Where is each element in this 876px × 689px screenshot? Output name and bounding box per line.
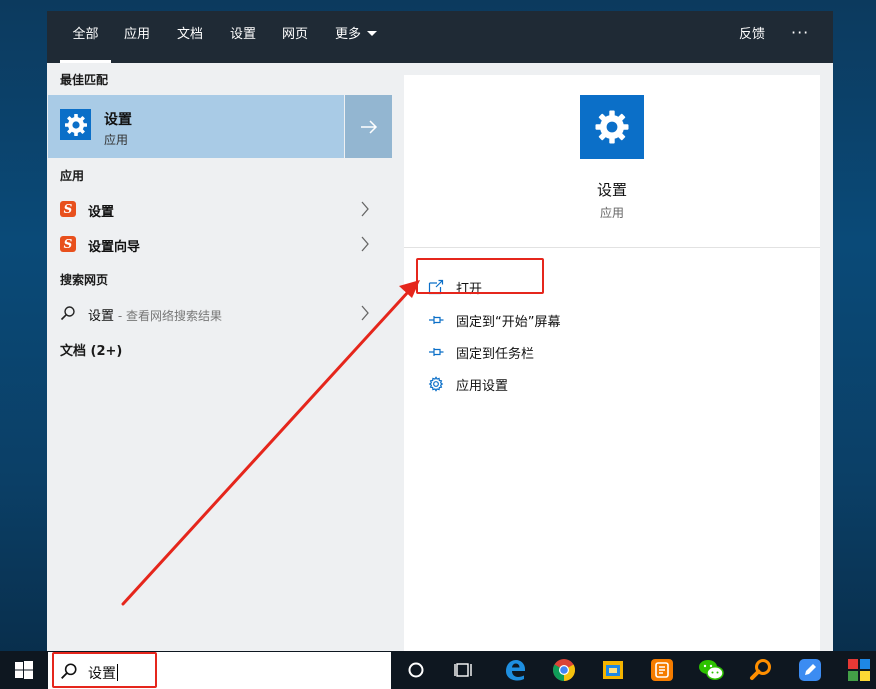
search-box-highlight xyxy=(52,652,157,688)
web-search-heading: 搜索网页 xyxy=(60,273,109,287)
tab-apps[interactable]: 应用 xyxy=(119,11,155,63)
sogou-app-icon: S xyxy=(60,201,76,217)
open-action-highlight xyxy=(416,258,544,294)
best-match-name: 设置 xyxy=(104,112,132,128)
chevron-right-icon xyxy=(361,305,369,321)
divider xyxy=(404,247,820,248)
sogou-app-icon: S xyxy=(60,236,76,252)
windows-logo-icon xyxy=(15,661,33,679)
tab-apps-label: 应用 xyxy=(123,27,150,42)
pin-to-start-label: 固定到“开始”屏幕 xyxy=(456,315,561,330)
colorful-app-icon[interactable] xyxy=(845,656,873,684)
pin-to-taskbar-label: 固定到任务栏 xyxy=(456,347,535,362)
best-match-heading: 最佳匹配 xyxy=(60,73,109,87)
web-search-item[interactable]: 设置 - 查看网络搜索结果 xyxy=(47,296,392,330)
feishu-icon[interactable] xyxy=(796,656,824,684)
search-flyout: 全部 应用 文档 设置 网页 更多 反馈 ··· 最佳匹配 设置 应用 应用 S… xyxy=(47,11,833,651)
more-options-button[interactable]: ··· xyxy=(791,11,809,55)
list-item[interactable]: S 设置 xyxy=(47,192,392,226)
pin-to-start-action[interactable]: 固定到“开始”屏幕 xyxy=(428,308,788,332)
tab-all-label: 全部 xyxy=(72,27,99,42)
documents-heading[interactable]: 文档 (2+) xyxy=(60,340,122,359)
settings-gear-icon xyxy=(60,109,91,140)
start-button[interactable] xyxy=(0,651,48,689)
results-list: 最佳匹配 设置 应用 应用 S 设置 S 设置向导 搜索网页 设置 - 查看网络… xyxy=(47,63,392,651)
chevron-right-icon xyxy=(361,236,369,252)
open-details-button[interactable] xyxy=(344,95,392,158)
app-item-label: 设置向导 xyxy=(88,240,141,255)
web-search-term: 设置 xyxy=(88,309,115,324)
app-settings-label: 应用设置 xyxy=(456,379,509,394)
edge-icon[interactable] xyxy=(501,656,529,684)
tab-documents-label: 文档 xyxy=(176,27,203,42)
pin-icon xyxy=(429,316,444,324)
chevron-right-icon xyxy=(361,201,369,217)
details-app-name: 设置 xyxy=(596,181,627,199)
chrome-icon[interactable] xyxy=(550,656,578,684)
cortana-icon[interactable] xyxy=(402,656,430,684)
sogou-icon[interactable] xyxy=(648,656,676,684)
best-match-type: 应用 xyxy=(104,133,129,147)
file-explorer-icon[interactable] xyxy=(599,656,627,684)
wechat-icon[interactable] xyxy=(697,656,725,684)
web-search-suffix: - 查看网络搜索结果 xyxy=(114,309,222,323)
tab-web-label: 网页 xyxy=(281,27,308,42)
gear-icon xyxy=(428,376,444,392)
task-view-icon[interactable] xyxy=(450,656,478,684)
arrow-right-icon xyxy=(360,119,377,134)
tab-documents[interactable]: 文档 xyxy=(172,11,208,63)
app-item-label: 设置 xyxy=(88,205,115,220)
search-tool-icon[interactable] xyxy=(747,656,775,684)
tab-settings-label: 设置 xyxy=(229,27,256,42)
list-item[interactable]: S 设置向导 xyxy=(47,227,392,261)
pin-to-taskbar-action[interactable]: 固定到任务栏 xyxy=(428,340,788,364)
app-settings-action[interactable]: 应用设置 xyxy=(428,372,788,396)
feedback-button[interactable]: 反馈 xyxy=(739,11,765,59)
details-pane: 设置 应用 打开 固定到“开始”屏幕 固定到任务栏 应用设置 xyxy=(404,75,820,651)
pin-icon xyxy=(429,348,444,356)
tab-web[interactable]: 网页 xyxy=(277,11,313,63)
tab-more[interactable]: 更多 xyxy=(332,11,380,63)
tab-more-label: 更多 xyxy=(334,27,361,42)
best-match-item[interactable]: 设置 应用 xyxy=(48,95,392,158)
tab-settings[interactable]: 设置 xyxy=(225,11,261,63)
settings-gear-icon xyxy=(580,95,644,159)
chevron-down-icon xyxy=(367,31,377,36)
details-app-type: 应用 xyxy=(599,206,624,220)
apps-heading: 应用 xyxy=(60,169,85,183)
search-scope-nav: 全部 应用 文档 设置 网页 更多 反馈 ··· xyxy=(47,11,833,63)
tab-all[interactable]: 全部 xyxy=(60,11,111,63)
web-search-label: 设置 - 查看网络搜索结果 xyxy=(88,305,222,324)
search-icon xyxy=(60,306,75,321)
